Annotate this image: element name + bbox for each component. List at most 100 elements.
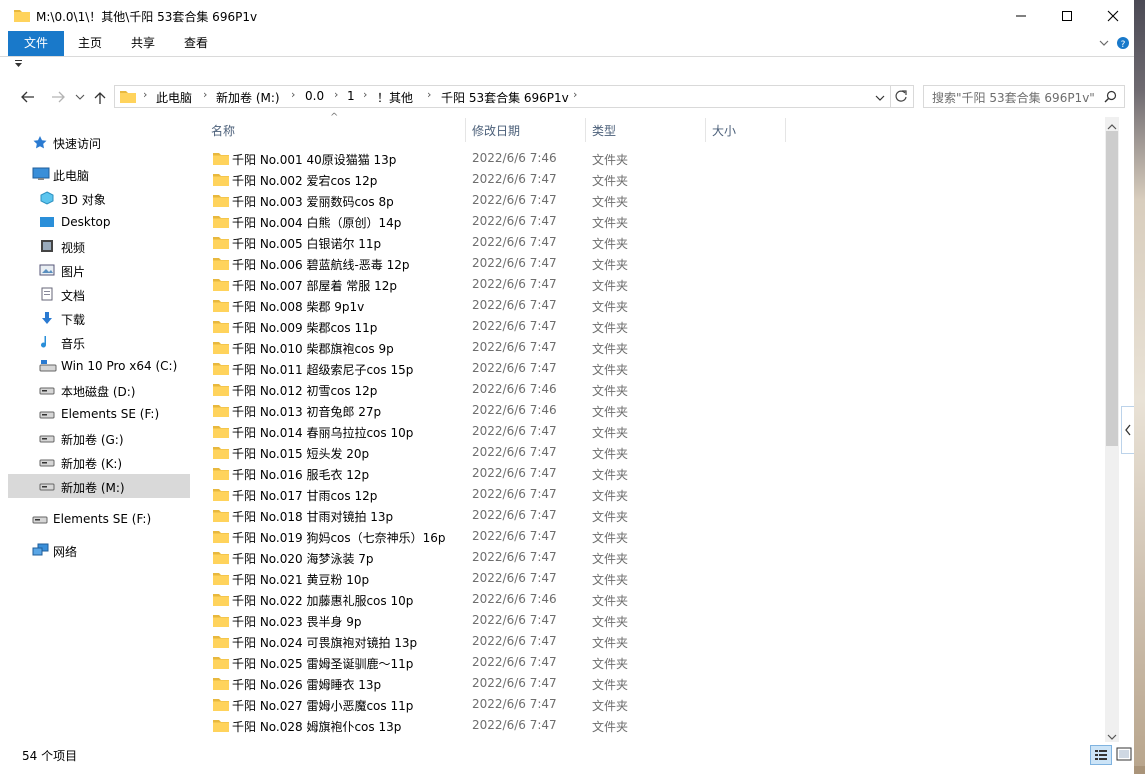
column-header-size[interactable]: 大小 bbox=[706, 118, 784, 142]
file-row[interactable]: 千阳 No.015 短头发 20p 2022/6/6 7:47 文件夹 bbox=[204, 442, 1104, 463]
file-row[interactable]: 千阳 No.017 甘雨cos 12p 2022/6/6 7:47 文件夹 bbox=[204, 484, 1104, 505]
nav-quick-access[interactable]: 快速访问 bbox=[8, 130, 190, 154]
file-name[interactable]: 千阳 No.019 狗妈cos（七奈神乐）16p bbox=[232, 529, 446, 546]
chevron-right-icon[interactable]: › bbox=[203, 88, 207, 101]
nav-item[interactable]: 新加卷 (K:) bbox=[8, 450, 190, 474]
file-row[interactable]: 千阳 No.014 春丽乌拉拉cos 10p 2022/6/6 7:47 文件夹 bbox=[204, 421, 1104, 442]
breadcrumb-this-pc[interactable]: 此电脑 bbox=[156, 89, 192, 106]
nav-item[interactable]: 新加卷 (M:) bbox=[8, 474, 190, 498]
file-name[interactable]: 千阳 No.016 服毛衣 12p bbox=[232, 466, 369, 483]
nav-elements-se[interactable]: Elements SE (F:) bbox=[8, 507, 190, 531]
chevron-right-icon[interactable]: › bbox=[334, 88, 338, 101]
file-row[interactable]: 千阳 No.005 白银诺尔 11p 2022/6/6 7:47 文件夹 bbox=[204, 232, 1104, 253]
column-header-name[interactable]: 名称 ^ bbox=[204, 112, 464, 142]
scroll-up-icon[interactable] bbox=[1107, 120, 1117, 134]
minimize-button[interactable] bbox=[998, 0, 1044, 31]
nav-item[interactable]: 音乐 bbox=[8, 330, 190, 354]
nav-this-pc[interactable]: 此电脑 bbox=[8, 162, 190, 186]
search-input[interactable]: 搜索"千阳 53套合集 696P1v" bbox=[932, 89, 1095, 106]
file-name[interactable]: 千阳 No.006 碧蓝航线-恶毒 12p bbox=[232, 256, 410, 273]
file-name[interactable]: 千阳 No.017 甘雨cos 12p bbox=[232, 487, 377, 504]
file-name[interactable]: 千阳 No.025 雷姆圣诞驯鹿～11p bbox=[232, 655, 413, 672]
file-name[interactable]: 千阳 No.001 40原设猫猫 13p bbox=[232, 151, 396, 168]
file-row[interactable]: 千阳 No.008 柴郡 9p1v 2022/6/6 7:47 文件夹 bbox=[204, 295, 1104, 316]
file-name[interactable]: 千阳 No.023 畏半身 9p bbox=[232, 613, 362, 630]
file-row[interactable]: 千阳 No.010 柴郡旗袍cos 9p 2022/6/6 7:47 文件夹 bbox=[204, 337, 1104, 358]
breadcrumb-current-folder[interactable]: 千阳 53套合集 696P1v bbox=[441, 89, 569, 106]
search-icon[interactable] bbox=[1104, 90, 1117, 106]
file-name[interactable]: 千阳 No.024 可畏旗袍对镜拍 13p bbox=[232, 634, 417, 651]
file-name[interactable]: 千阳 No.004 白熊（原创）14p bbox=[232, 214, 401, 231]
breadcrumb-0-0[interactable]: 0.0 bbox=[305, 89, 324, 103]
file-row[interactable]: 千阳 No.004 白熊（原创）14p 2022/6/6 7:47 文件夹 bbox=[204, 211, 1104, 232]
nav-item[interactable]: 视频 bbox=[8, 234, 190, 258]
tab-share[interactable]: 共享 bbox=[118, 31, 168, 56]
file-name[interactable]: 千阳 No.020 海梦泳装 7p bbox=[232, 550, 374, 567]
address-bar[interactable]: › 此电脑 › 新加卷 (M:) › 0.0 › 1 › ！其他 › 千阳 53… bbox=[114, 85, 891, 108]
file-row[interactable]: 千阳 No.009 柴郡cos 11p 2022/6/6 7:47 文件夹 bbox=[204, 316, 1104, 337]
tab-view[interactable]: 查看 bbox=[171, 31, 221, 56]
expand-ribbon-icon[interactable] bbox=[1098, 37, 1110, 51]
file-row[interactable]: 千阳 No.023 畏半身 9p 2022/6/6 7:47 文件夹 bbox=[204, 610, 1104, 631]
nav-item[interactable]: 图片 bbox=[8, 258, 190, 282]
file-name[interactable]: 千阳 No.022 加藤惠礼服cos 10p bbox=[232, 592, 413, 609]
nav-item[interactable]: Elements SE (F:) bbox=[8, 402, 190, 426]
file-name[interactable]: 千阳 No.018 甘雨对镜拍 13p bbox=[232, 508, 393, 525]
file-row[interactable]: 千阳 No.013 初音兔郎 27p 2022/6/6 7:46 文件夹 bbox=[204, 400, 1104, 421]
quick-access-toolbar-dropdown[interactable] bbox=[14, 60, 24, 71]
file-row[interactable]: 千阳 No.011 超级索尼子cos 15p 2022/6/6 7:47 文件夹 bbox=[204, 358, 1104, 379]
file-name[interactable]: 千阳 No.014 春丽乌拉拉cos 10p bbox=[232, 424, 413, 441]
chevron-right-icon[interactable]: › bbox=[573, 88, 577, 101]
tab-home[interactable]: 主页 bbox=[65, 31, 115, 56]
file-row[interactable]: 千阳 No.018 甘雨对镜拍 13p 2022/6/6 7:47 文件夹 bbox=[204, 505, 1104, 526]
nav-network[interactable]: 网络 bbox=[8, 538, 190, 562]
file-name[interactable]: 千阳 No.010 柴郡旗袍cos 9p bbox=[232, 340, 394, 357]
file-row[interactable]: 千阳 No.012 初雪cos 12p 2022/6/6 7:46 文件夹 bbox=[204, 379, 1104, 400]
file-name[interactable]: 千阳 No.012 初雪cos 12p bbox=[232, 382, 377, 399]
help-icon[interactable]: ? bbox=[1116, 36, 1130, 53]
file-name[interactable]: 千阳 No.007 部屋着 常服 12p bbox=[232, 277, 397, 294]
nav-item[interactable]: 文档 bbox=[8, 282, 190, 306]
breadcrumb-1[interactable]: 1 bbox=[347, 89, 355, 103]
column-header-date[interactable]: 修改日期 bbox=[466, 118, 584, 142]
file-name[interactable]: 千阳 No.021 黄豆粉 10p bbox=[232, 571, 369, 588]
file-row[interactable]: 千阳 No.027 雷姆小恶魔cos 11p 2022/6/6 7:47 文件夹 bbox=[204, 694, 1104, 715]
nav-item[interactable]: 下载 bbox=[8, 306, 190, 330]
nav-item[interactable]: 3D 对象 bbox=[8, 186, 190, 210]
address-history-dropdown-icon[interactable] bbox=[875, 91, 885, 105]
chevron-right-icon[interactable]: › bbox=[427, 88, 431, 101]
file-name[interactable]: 千阳 No.027 雷姆小恶魔cos 11p bbox=[232, 697, 413, 714]
nav-item[interactable]: 本地磁盘 (D:) bbox=[8, 378, 190, 402]
maximize-button[interactable] bbox=[1044, 0, 1090, 31]
breadcrumb-other[interactable]: ！其他 bbox=[377, 89, 413, 106]
file-name[interactable]: 千阳 No.011 超级索尼子cos 15p bbox=[232, 361, 413, 378]
chevron-right-icon[interactable]: › bbox=[143, 88, 147, 101]
back-button[interactable] bbox=[16, 86, 38, 108]
search-box[interactable]: 搜索"千阳 53套合集 696P1v" bbox=[923, 85, 1125, 108]
forward-button[interactable] bbox=[46, 86, 68, 108]
file-name[interactable]: 千阳 No.028 姆旗袍仆cos 13p bbox=[232, 718, 401, 735]
file-row[interactable]: 千阳 No.024 可畏旗袍对镜拍 13p 2022/6/6 7:47 文件夹 bbox=[204, 631, 1104, 652]
file-row[interactable]: 千阳 No.025 雷姆圣诞驯鹿～11p 2022/6/6 7:47 文件夹 bbox=[204, 652, 1104, 673]
refresh-button[interactable] bbox=[891, 85, 914, 108]
file-row[interactable]: 千阳 No.001 40原设猫猫 13p 2022/6/6 7:46 文件夹 bbox=[204, 148, 1104, 169]
file-name[interactable]: 千阳 No.009 柴郡cos 11p bbox=[232, 319, 377, 336]
nav-item[interactable]: 新加卷 (G:) bbox=[8, 426, 190, 450]
file-row[interactable]: 千阳 No.021 黄豆粉 10p 2022/6/6 7:47 文件夹 bbox=[204, 568, 1104, 589]
file-row[interactable]: 千阳 No.006 碧蓝航线-恶毒 12p 2022/6/6 7:47 文件夹 bbox=[204, 253, 1104, 274]
close-button[interactable] bbox=[1090, 0, 1134, 31]
file-row[interactable]: 千阳 No.020 海梦泳装 7p 2022/6/6 7:47 文件夹 bbox=[204, 547, 1104, 568]
scrollbar-thumb[interactable] bbox=[1106, 131, 1118, 446]
column-header-type[interactable]: 类型 bbox=[586, 118, 704, 142]
chevron-right-icon[interactable]: › bbox=[363, 88, 367, 101]
column-divider[interactable] bbox=[785, 118, 786, 142]
file-row[interactable]: 千阳 No.022 加藤惠礼服cos 10p 2022/6/6 7:46 文件夹 bbox=[204, 589, 1104, 610]
file-name[interactable]: 千阳 No.013 初音兔郎 27p bbox=[232, 403, 381, 420]
file-row[interactable]: 千阳 No.016 服毛衣 12p 2022/6/6 7:47 文件夹 bbox=[204, 463, 1104, 484]
breadcrumb-drive-m[interactable]: 新加卷 (M:) bbox=[216, 89, 280, 106]
up-button[interactable] bbox=[89, 86, 111, 108]
file-row[interactable]: 千阳 No.028 姆旗袍仆cos 13p 2022/6/6 7:47 文件夹 bbox=[204, 715, 1104, 736]
file-row[interactable]: 千阳 No.002 爱宕cos 12p 2022/6/6 7:47 文件夹 bbox=[204, 169, 1104, 190]
nav-item[interactable]: Win 10 Pro x64 (C:) bbox=[8, 354, 190, 378]
file-row[interactable]: 千阳 No.019 狗妈cos（七奈神乐）16p 2022/6/6 7:47 文件夹 bbox=[204, 526, 1104, 547]
